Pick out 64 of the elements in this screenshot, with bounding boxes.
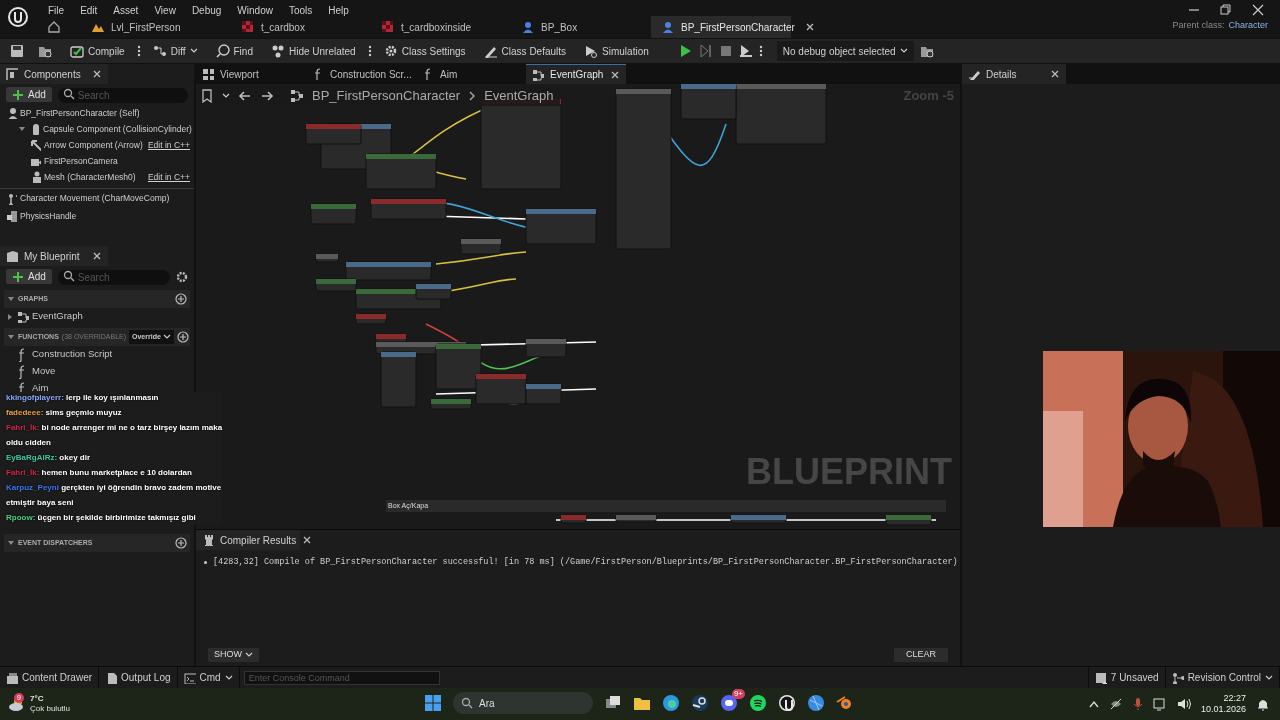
menu-item[interactable]: Debug [183, 2, 230, 18]
clock[interactable]: 22:27 10.01.2026 [1200, 693, 1246, 715]
breadcrumb-item[interactable]: BP_FirstPersonCharacter [312, 86, 461, 106]
component-item[interactable]: Capsule Component (CollisionCylinder) [43, 122, 192, 136]
document-tab[interactable]: t_cardboxinside [371, 16, 511, 38]
settings-button[interactable]: Class Settings [377, 41, 472, 61]
simulation-button[interactable]: Simulation [578, 41, 655, 61]
breadcrumb-item[interactable]: EventGraph [484, 86, 554, 106]
editor-tab[interactable]: Aim [416, 64, 526, 84]
taskbar-search-field[interactable]: Ara [453, 692, 593, 714]
component-item[interactable]: PhysicsHandle [20, 209, 77, 223]
menu-item[interactable]: Window [229, 2, 281, 18]
console-input[interactable]: Enter Console Command [243, 670, 440, 685]
editor-tab[interactable]: Viewport [196, 64, 306, 84]
panel-tab[interactable]: Details [962, 64, 1066, 84]
function-item[interactable]: Move [32, 364, 56, 379]
document-tab[interactable]: Lvl_FirstPerson [81, 16, 231, 38]
edit-link[interactable]: Edit in C++ [147, 170, 190, 184]
chat-message: EyBaRgAlRz: okey dir [6, 452, 92, 464]
component-item[interactable]: Arrow Component (Arrow) [44, 138, 143, 152]
edit-link[interactable]: Edit in C++ [147, 138, 190, 152]
document-tab[interactable]: t_cardbox [231, 16, 371, 38]
show-dropdown[interactable]: SHOW [208, 648, 259, 662]
weather-label: Çok bulutlu [30, 704, 71, 714]
document-tab[interactable]: BP_Box [511, 16, 651, 38]
menu-item[interactable]: Help [320, 2, 357, 18]
debug-object-dropdown[interactable]: No debug object selected [776, 41, 914, 61]
chat-message: fadedeee: sims geçmio muyuz [6, 407, 123, 419]
compile-button[interactable]: Compile [64, 41, 131, 61]
chat-message: Karpuz_Peyni gerçkten iyi öğrendin bravo zadem motive [6, 482, 222, 494]
menu-item[interactable]: Edit [72, 2, 106, 18]
clear-button[interactable]: CLEAR [894, 648, 948, 662]
component-item[interactable]: FirstPersonCamera [44, 154, 118, 168]
panel-tab[interactable]: My Blueprint [0, 246, 108, 266]
notification-badge: 9+ [731, 689, 745, 699]
compiler-message: [4283,32] Compile of BP_FirstPersonCharacter successful! [in 78 ms] (/Game/FirstPerson/Blueprints/BP_FirstPersonCharacter.BP_FirstPersonCharacter) [213, 556, 958, 569]
menu-item[interactable]: File [40, 2, 73, 18]
hide-button[interactable]: Hide Unrelated [264, 41, 362, 61]
chat-message: Fahri_İk: hemen bunu marketplace e 10 dolardan [6, 467, 193, 479]
defaults-button[interactable]: Class Defaults [477, 41, 573, 61]
chat-message: oldu cidden [6, 437, 52, 449]
parent-class-label: Parent class: [1172, 18, 1225, 32]
function-item[interactable]: Construction Script [32, 347, 113, 362]
chat-message: etmiştir baya seni [6, 497, 75, 509]
add-button[interactable]: Add [6, 87, 52, 102]
component-item[interactable]: Mesh (CharacterMesh0) [44, 170, 136, 184]
chat-message: Rpoow: üçgen bir şekilde birbirimize takmışız gibi [6, 512, 197, 524]
menu-item[interactable]: Asset [105, 2, 147, 18]
find-button[interactable]: Find [209, 41, 259, 61]
temperature-label: 7°C [30, 694, 45, 704]
search-field[interactable]: Search [57, 88, 188, 103]
component-item[interactable]: Character Movement (CharMoveComp) [20, 192, 170, 205]
panel-tab[interactable]: Components [0, 64, 108, 84]
editor-tab[interactable]: EventGraph [526, 64, 626, 84]
menu-item[interactable]: View [146, 2, 184, 18]
parent-class-link[interactable]: Character [1228, 18, 1268, 32]
menu-item[interactable]: Tools [280, 2, 321, 18]
graph-item[interactable]: EventGraph [32, 309, 83, 324]
editor-tab[interactable]: Construction Scr... [306, 64, 416, 84]
diff-button[interactable]: Diff [146, 41, 204, 61]
add-button[interactable]: Add [6, 269, 52, 284]
chat-message: Fahri_İk: bi node arrenger mi ne o tarz birşey lazım maka [6, 422, 222, 434]
component-item[interactable]: BP_FirstPersonCharacter (Self) [20, 106, 140, 120]
search-field[interactable]: Search [57, 270, 170, 285]
